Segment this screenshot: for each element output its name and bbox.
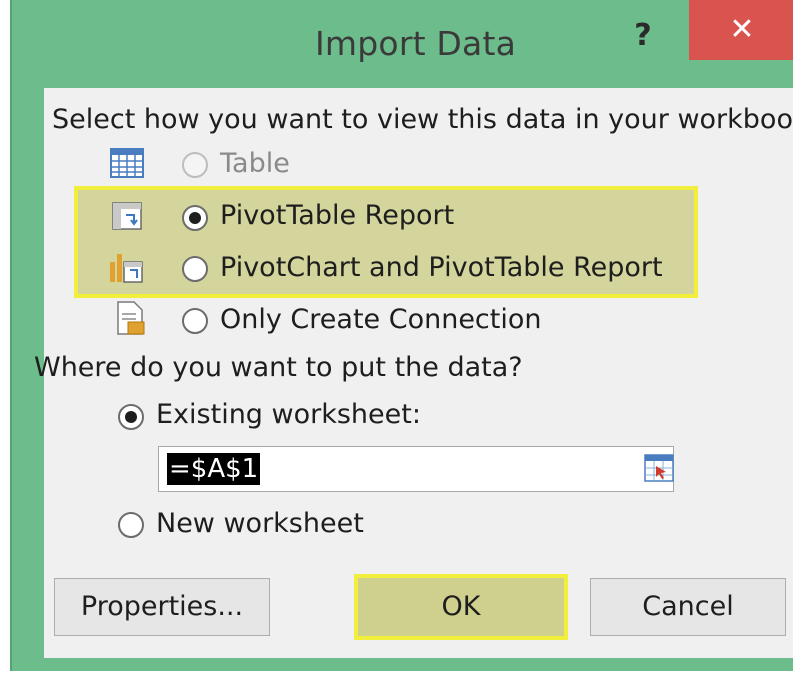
properties-button[interactable]: Properties...	[54, 578, 270, 636]
pivottable-icon	[112, 202, 142, 230]
pivottable-option-label: PivotTable Report	[220, 200, 455, 231]
cancel-button[interactable]: Cancel	[590, 578, 786, 636]
close-button[interactable]: ✕	[689, 0, 793, 60]
connection-icon	[117, 301, 145, 335]
pivotchart-icon	[110, 254, 143, 283]
existing-worksheet-radio[interactable]	[118, 404, 144, 430]
new-worksheet-radio[interactable]	[118, 512, 144, 538]
cell-reference-value: =$A$1	[167, 453, 261, 485]
pivottable-radio[interactable]	[182, 205, 208, 231]
location-prompt: Where do you want to put the data?	[34, 352, 523, 383]
new-worksheet-label: New worksheet	[156, 508, 364, 539]
ok-button[interactable]: OK	[354, 574, 568, 640]
table-option-label: Table	[220, 148, 290, 179]
dialog-frame: Import Data ? ✕ Select how you want to v…	[10, 0, 793, 671]
dialog-title: Import Data	[315, 24, 517, 63]
dialog-window: Import Data ? ✕ Select how you want to v…	[0, 0, 793, 681]
existing-worksheet-label: Existing worksheet:	[156, 399, 421, 430]
pivotchart-radio[interactable]	[182, 256, 208, 282]
connection-radio[interactable]	[182, 308, 208, 334]
title-bar[interactable]: Import Data ? ✕	[12, 0, 793, 88]
table-radio	[182, 152, 208, 178]
dialog-body: Select how you want to view this data in…	[34, 88, 793, 658]
table-icon	[110, 148, 144, 178]
help-button[interactable]: ?	[622, 18, 664, 54]
view-prompt: Select how you want to view this data in…	[52, 104, 793, 135]
cell-reference-input[interactable]: =$A$1	[158, 446, 674, 492]
connection-option-label: Only Create Connection	[220, 304, 542, 335]
pivotchart-option-label: PivotChart and PivotTable Report	[220, 252, 663, 283]
range-selector-icon[interactable]	[644, 454, 674, 484]
